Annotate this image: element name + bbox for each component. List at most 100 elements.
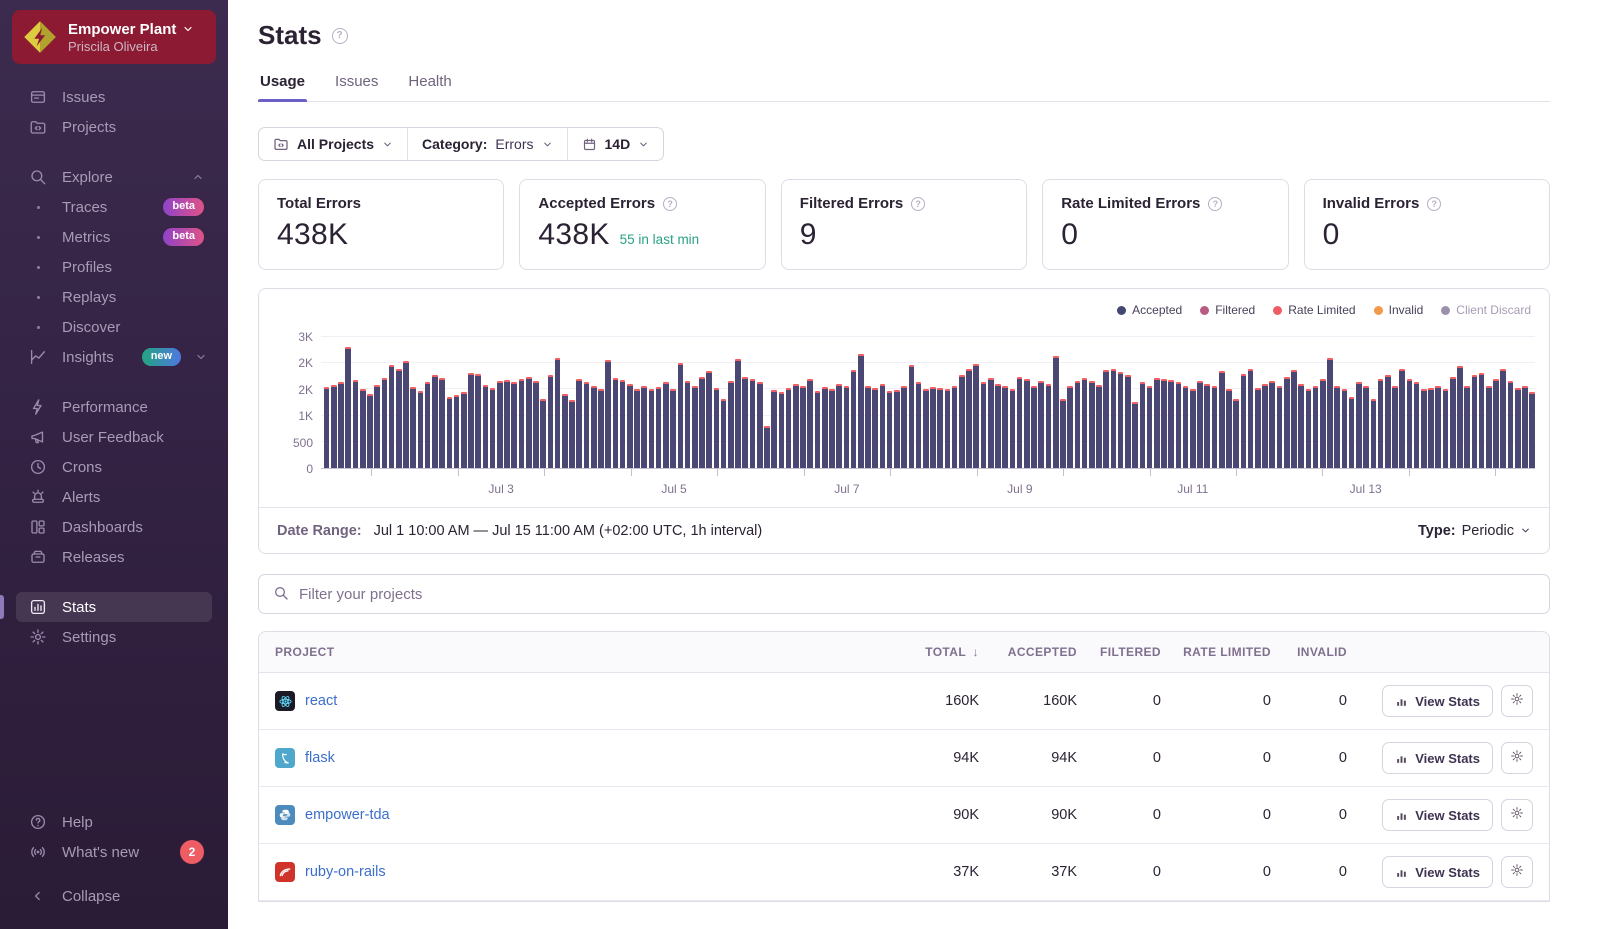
- column-header-invalid[interactable]: Invalid: [1271, 645, 1347, 659]
- sidebar-item-alerts[interactable]: Alerts: [16, 482, 212, 512]
- sidebar-item-metrics[interactable]: Metricsbeta: [16, 222, 212, 252]
- chart-bar: [844, 386, 850, 468]
- project-link[interactable]: flask: [305, 750, 335, 766]
- sidebar-item-crons[interactable]: Crons: [16, 452, 212, 482]
- gear-icon: [1510, 806, 1524, 824]
- project-link[interactable]: empower-tda: [305, 807, 390, 823]
- project-settings-button[interactable]: [1501, 799, 1533, 831]
- x-axis-tick: [458, 469, 459, 476]
- date-period-dropdown[interactable]: 14D: [567, 128, 664, 160]
- cell-rate-limited: 0: [1161, 807, 1271, 823]
- sidebar-item-dashboards[interactable]: Dashboards: [16, 512, 212, 542]
- chart-bar: [353, 380, 359, 468]
- legend-item-filtered[interactable]: Filtered: [1200, 303, 1255, 317]
- sidebar-item-user-feedback[interactable]: User Feedback: [16, 422, 212, 452]
- x-axis-label: Jul 13: [1350, 482, 1382, 496]
- type-dropdown[interactable]: Type: Periodic: [1418, 523, 1531, 539]
- legend-item-rate-limited[interactable]: Rate Limited: [1273, 303, 1355, 317]
- chart-bar: [1500, 369, 1506, 468]
- sidebar-item-profiles[interactable]: Profiles: [16, 252, 212, 282]
- sidebar-item-explore[interactable]: Explore: [16, 162, 212, 192]
- chart-bar: [548, 375, 554, 468]
- sidebar-item-what-s-new[interactable]: What's new2: [16, 837, 212, 867]
- x-axis-tick: [1150, 469, 1151, 476]
- chart-bar: [1096, 385, 1102, 468]
- legend-item-invalid[interactable]: Invalid: [1374, 303, 1424, 317]
- chart-bar: [836, 384, 842, 468]
- sidebar-item-performance[interactable]: Performance: [16, 392, 212, 422]
- chart-bar: [540, 399, 546, 468]
- sidebar-item-help[interactable]: Help: [16, 807, 212, 837]
- card-value: 438K: [277, 218, 348, 252]
- legend-label: Invalid: [1389, 303, 1424, 317]
- project-settings-button[interactable]: [1501, 856, 1533, 888]
- table-row-empower-tda: empower-tda90K90K000View Stats: [259, 787, 1549, 844]
- x-axis-tick: [631, 469, 632, 476]
- legend-label: Rate Limited: [1288, 303, 1355, 317]
- chart-bar: [735, 359, 741, 468]
- help-icon[interactable]: ?: [663, 197, 677, 211]
- help-icon[interactable]: ?: [1427, 197, 1441, 211]
- x-axis-label: Jul 3: [488, 482, 513, 496]
- chart-bar: [1421, 389, 1427, 468]
- y-axis-label: 0: [267, 462, 313, 476]
- column-header-filtered[interactable]: Filtered: [1077, 645, 1161, 659]
- chart-bar: [627, 384, 633, 468]
- chart-bar: [1522, 386, 1528, 468]
- chart-bar: [1306, 389, 1312, 468]
- column-header-rate-limited[interactable]: Rate Limited: [1161, 645, 1271, 659]
- chart-bar: [403, 361, 409, 468]
- sidebar-item-projects[interactable]: Projects: [16, 112, 212, 142]
- chart-bar: [1291, 370, 1297, 468]
- project-search-input[interactable]: [299, 586, 1535, 603]
- project-filter-dropdown[interactable]: All Projects: [259, 128, 407, 160]
- sidebar-item-stats[interactable]: Stats: [16, 592, 212, 622]
- chart-bar: [952, 386, 958, 468]
- sidebar-item-label: Metrics: [62, 229, 110, 246]
- view-stats-button[interactable]: View Stats: [1382, 742, 1493, 774]
- legend-item-accepted[interactable]: Accepted: [1117, 303, 1182, 317]
- chart-bar: [1399, 369, 1405, 468]
- org-switcher[interactable]: Empower Plant Priscila Oliveira: [12, 10, 216, 64]
- chart-bar: [901, 386, 907, 468]
- chart-bar: [800, 386, 806, 468]
- sidebar-item-insights[interactable]: Insightsnew: [16, 342, 212, 372]
- project-settings-button[interactable]: [1501, 742, 1533, 774]
- chart-bar: [779, 392, 785, 468]
- column-header-total[interactable]: Total ↓: [871, 645, 979, 659]
- legend-item-client-discard[interactable]: Client Discard: [1441, 303, 1531, 317]
- category-dropdown[interactable]: Category: Errors: [407, 128, 566, 160]
- sidebar-item-replays[interactable]: Replays: [16, 282, 212, 312]
- column-header-accepted[interactable]: Accepted: [979, 645, 1077, 659]
- page-help-icon[interactable]: ?: [332, 28, 348, 44]
- chart-bar: [923, 389, 929, 468]
- project-settings-button[interactable]: [1501, 685, 1533, 717]
- project-link[interactable]: ruby-on-rails: [305, 864, 386, 880]
- tab-health[interactable]: Health: [406, 73, 453, 101]
- column-header-project[interactable]: Project: [275, 645, 871, 659]
- chevron-down-icon: [382, 139, 393, 150]
- tab-usage[interactable]: Usage: [258, 73, 307, 101]
- card-rate-limited-errors: Rate Limited Errors?0: [1042, 179, 1288, 270]
- sidebar-item-releases[interactable]: Releases: [16, 542, 212, 572]
- chart-bar: [1269, 381, 1275, 468]
- sidebar-item-issues[interactable]: Issues: [16, 82, 212, 112]
- sidebar-footer: HelpWhat's new2: [0, 807, 228, 867]
- view-stats-button[interactable]: View Stats: [1382, 799, 1493, 831]
- view-stats-button[interactable]: View Stats: [1382, 685, 1493, 717]
- collapse-button[interactable]: Collapse: [16, 881, 212, 911]
- sidebar-item-traces[interactable]: Tracesbeta: [16, 192, 212, 222]
- sidebar-item-discover[interactable]: Discover: [16, 312, 212, 342]
- chart-bar: [410, 387, 416, 468]
- tab-issues[interactable]: Issues: [333, 73, 380, 101]
- chart-bar: [916, 382, 922, 468]
- view-stats-button[interactable]: View Stats: [1382, 856, 1493, 888]
- chart-bar: [742, 377, 748, 468]
- card-invalid-errors: Invalid Errors?0: [1304, 179, 1550, 270]
- project-link[interactable]: react: [305, 693, 337, 709]
- help-icon[interactable]: ?: [911, 197, 925, 211]
- help-icon[interactable]: ?: [1208, 197, 1222, 211]
- sidebar-item-settings[interactable]: Settings: [16, 622, 212, 652]
- chart-bar: [526, 377, 532, 468]
- sidebar-item-label: Performance: [62, 399, 148, 416]
